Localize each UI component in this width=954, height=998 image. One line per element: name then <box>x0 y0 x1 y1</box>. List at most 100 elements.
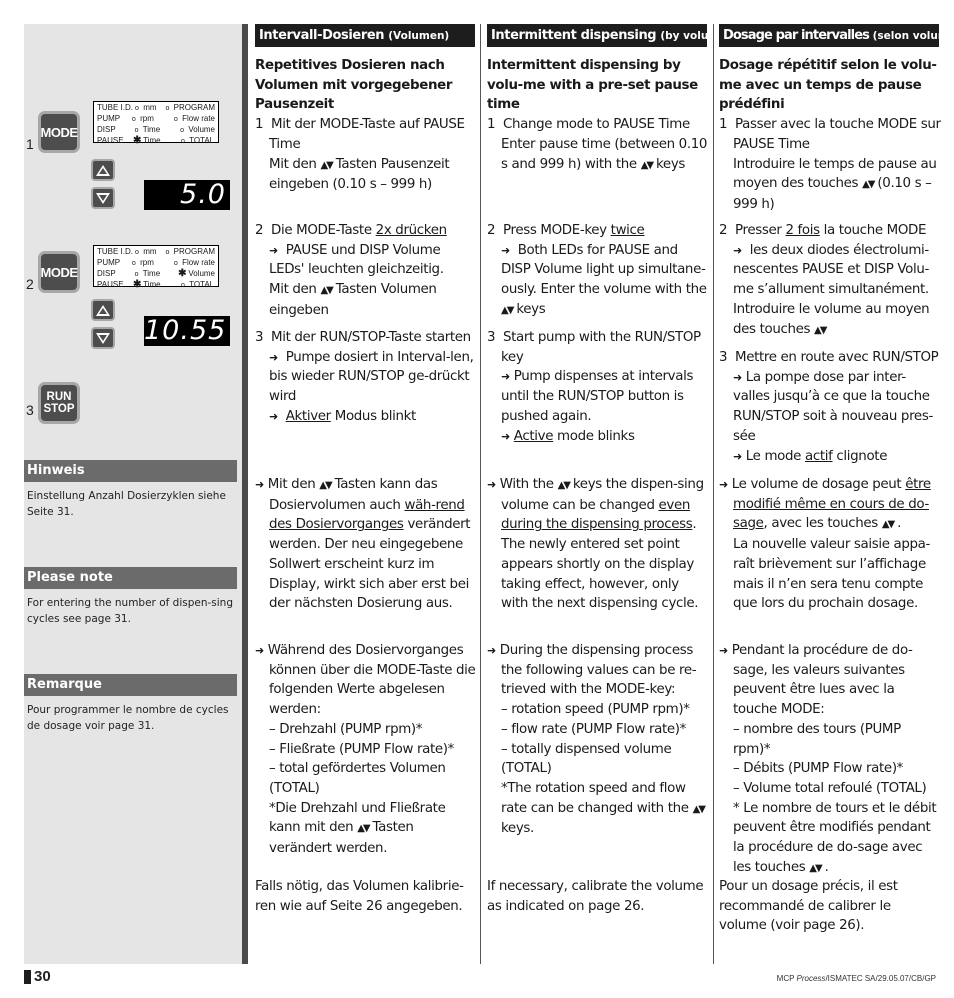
page-number-text: 30 <box>34 968 51 985</box>
led-value: TOTAL <box>187 280 215 289</box>
step-text: Modus blinkt <box>334 408 417 424</box>
calibrate-text: Falls nötig, das Volumen kalibrie-ren wi… <box>255 879 464 914</box>
led-group: ✱ Volume <box>178 269 215 280</box>
change-volume-text: ➜ With the ▲▼ keys the dispen-sing volum… <box>487 475 709 614</box>
led-value: Time <box>140 125 161 134</box>
read-values-intro: ➜ During the dispensing process the foll… <box>487 641 709 700</box>
run-stop-key-icon: RUN STOP <box>38 382 80 424</box>
step-text: Mit der MODE-Taste auf PAUSE Time <box>269 117 465 152</box>
read-value-item: – rotation speed (PUMP rpm)* <box>501 702 690 718</box>
step-num: 3 <box>255 330 264 345</box>
led-value: mm <box>141 247 157 256</box>
read-values-note: *The rotation speed and flow rate can be… <box>487 779 709 839</box>
step-text: Während des Dosiervorganges können über … <box>267 643 476 718</box>
led-group: o Flow rate <box>172 114 215 125</box>
up-down-keys-icon: ▲▼ <box>319 480 332 491</box>
step-number: 1 <box>26 136 34 152</box>
heading-text: Intermittent dispensing <box>491 28 657 43</box>
read-values-intro: ➜ Während des Dosiervorganges können übe… <box>255 641 477 720</box>
note-text-hinweis: Einstellung Anzahl Dosierzyklen siehe Se… <box>27 490 226 518</box>
led-lit-icon: ✱ <box>133 279 142 290</box>
section-heading: Intervall-Dosieren (Volumen) <box>255 24 475 47</box>
step-number: 3 <box>26 402 34 418</box>
led-value: Time <box>141 280 161 289</box>
step-text: Mit den <box>269 156 317 172</box>
step-3-blink: ➜ Le mode actif clignote <box>719 447 941 467</box>
column-divider <box>713 24 714 964</box>
step-text: * Le nombre de tours et le débit peuvent… <box>733 800 937 875</box>
up-down-keys-icon: ▲▼ <box>809 862 822 874</box>
underlined-text: 2x drücken <box>375 223 447 238</box>
read-value-item: – totally dispensed volume (TOTAL) <box>501 741 672 777</box>
read-value-item: – flow rate (PUMP Flow rate)* <box>501 721 687 737</box>
step-num: 3 <box>487 330 496 345</box>
change-volume-block: ➜ Mit den ▲▼ Tasten kann das Dosiervolum… <box>255 475 477 614</box>
calibrate-text: If necessary, calibrate the volume as in… <box>487 879 704 914</box>
led-group: ✱ Time <box>133 280 179 291</box>
up-down-keys-icon: ▲▼ <box>320 159 333 171</box>
ref-suffix: /ISMATEC SA/29.05.07/CB/GP <box>825 974 936 983</box>
led-panel-row: TUBE I.D. o mm o PROGRAM <box>97 247 215 258</box>
intro-block: Repetitives Dosieren nach Volumen mit vo… <box>255 56 477 195</box>
step-3-block: 3 Mit der RUN/STOP-Taste starten ➜ Pumpe… <box>255 328 477 427</box>
step-text: Die MODE-Taste <box>271 223 372 238</box>
intro-block: Dosage répétitif selon le volu-me avec u… <box>719 56 941 215</box>
step-3-block: 3 Mettre en route avec RUN/STOP ➜ La pom… <box>719 348 941 466</box>
lcd-display: 5.0 <box>144 180 230 210</box>
step-3-result: ➜ Pumpe dosiert in Interval-len, bis wie… <box>255 348 477 407</box>
step-1-detail: Enter pause time (between 0.10 s and 999… <box>487 135 709 175</box>
step-2-detail: Mit den ▲▼ Tasten Volumen eingeben <box>255 280 477 320</box>
led-panel: TUBE I.D. o mm o PROGRAM PUMP o rpm o Flow ra… <box>93 101 219 146</box>
led-off-icon: o <box>131 116 136 123</box>
step-text: Pump dispenses at intervals until the RU… <box>501 369 694 424</box>
down-key-icon <box>91 187 115 209</box>
read-value-item: – Débits (PUMP Flow rate)* <box>733 761 904 777</box>
led-label: PAUSE <box>97 280 124 289</box>
note-text-remarque: Pour programmer le nombre de cycles de d… <box>27 704 229 732</box>
step-text: Both LEDs for PAUSE and DISP Volume ligh… <box>501 242 707 298</box>
step-text: *The rotation speed and flow rate can be… <box>501 780 689 816</box>
up-key-icon <box>91 159 115 181</box>
step-3-blink: ➜ Active mode blinks <box>487 427 709 447</box>
arrow-right-icon: ➜ <box>501 429 510 443</box>
read-value-item: – nombre des tours (PUMP rpm)* <box>733 721 901 757</box>
led-value: mm <box>141 103 157 112</box>
heading-subtext: (Volumen) <box>388 30 450 42</box>
intro-block: Intermittent dispensing by volu-me with … <box>487 56 709 175</box>
led-lit-icon: ✱ <box>178 268 187 279</box>
step-2: 2 Die MODE-Taste 2x drücken <box>255 221 477 241</box>
read-values-note: * Le nombre de tours et le débit peuvent… <box>733 800 937 875</box>
block-title: Repetitives Dosieren nach Volumen mit vo… <box>255 58 453 113</box>
led-off-icon: o <box>173 116 178 123</box>
up-down-keys-icon: ▲▼ <box>357 823 370 835</box>
mode-key-label: MODE <box>40 264 79 280</box>
step-text: keys <box>516 301 546 317</box>
step-text: Press MODE-key <box>503 223 607 238</box>
read-values-block: ➜ Pendant la procédure de do-sage, les v… <box>719 641 941 878</box>
lcd-display: 10.55 <box>144 316 230 346</box>
step-text: clignote <box>836 448 888 464</box>
step-text: Start pump with the RUN/STOP key <box>501 330 701 365</box>
stop-label: STOP <box>43 403 75 415</box>
led-panel-row: PUMP o rpm o Flow rate <box>97 258 215 269</box>
led-group: o PROGRAM <box>163 247 215 258</box>
led-value: Time <box>141 136 161 145</box>
up-down-keys-icon: ▲▼ <box>320 285 333 297</box>
led-off-icon: o <box>181 138 185 145</box>
step-text: During the dispensing process the follow… <box>499 643 697 698</box>
led-value: PROGRAM <box>171 103 215 112</box>
arrow-right-icon: ➜ <box>269 243 278 257</box>
step-num: 2 <box>719 223 728 238</box>
led-group: o mm <box>133 103 163 114</box>
step-text: Mettre en route avec RUN/STOP <box>735 350 939 365</box>
mode-key-icon: MODE <box>38 111 80 153</box>
arrow-right-icon: ➜ <box>255 644 264 657</box>
read-value-item: – Drehzahl (PUMP rpm)* <box>269 721 423 737</box>
arrow-right-icon: ➜ <box>487 478 496 491</box>
step-1-detail: Introduire le temps de pause au moyen de… <box>719 155 941 215</box>
arrow-right-icon: ➜ <box>733 243 742 257</box>
step-3: 3 Mettre en route avec RUN/STOP <box>719 348 941 368</box>
arrow-right-icon: ➜ <box>719 478 728 491</box>
step-text: Mit den <box>269 282 317 298</box>
led-label: TUBE I.D. <box>97 103 134 112</box>
